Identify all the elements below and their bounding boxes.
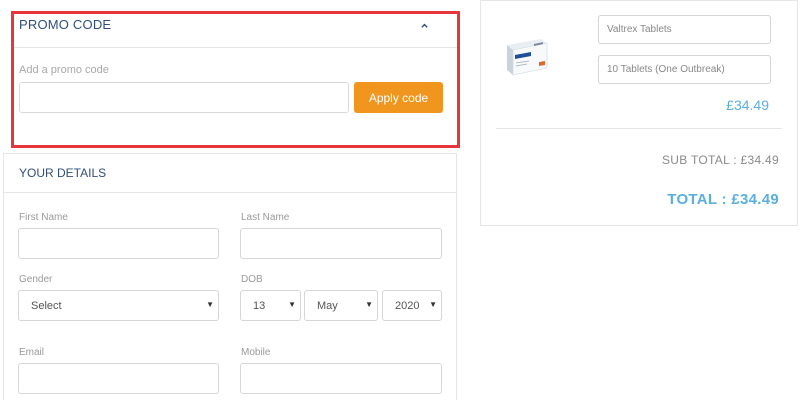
- promo-code-panel: PROMO CODE Add a promo code Apply code: [11, 11, 460, 148]
- order-summary-panel: Valtrex Tablets 10 Tablets (One Outbreak…: [480, 0, 798, 226]
- dob-month-select[interactable]: May ▼: [304, 290, 378, 321]
- caret-down-icon: ▼: [365, 300, 373, 309]
- email-label: Email: [19, 347, 45, 358]
- medicine-box-image: [507, 39, 548, 76]
- sub-total: SUB TOTAL : £34.49: [661, 153, 779, 167]
- chevron-up-icon[interactable]: [420, 21, 429, 30]
- promo-code-input[interactable]: [19, 82, 349, 113]
- product-price: £34.49: [726, 97, 769, 113]
- product-name-field: Valtrex Tablets: [598, 15, 771, 44]
- your-details-panel: YOUR DETAILS First Name Last Name Gender…: [3, 153, 457, 400]
- your-details-title: YOUR DETAILS: [19, 166, 107, 180]
- dob-year-select[interactable]: 2020 ▼: [382, 290, 442, 321]
- gender-select-value: Select: [31, 300, 62, 312]
- first-name-label: First Name: [19, 212, 68, 223]
- product-name: Valtrex Tablets: [607, 24, 672, 35]
- apply-code-button[interactable]: Apply code: [354, 82, 443, 113]
- promo-code-title: PROMO CODE: [19, 17, 112, 32]
- first-name-field[interactable]: [18, 228, 219, 259]
- promo-code-label: Add a promo code: [19, 64, 109, 76]
- cart-divider: [496, 128, 782, 129]
- dob-month-value: May: [317, 300, 338, 312]
- order-total: TOTAL : £34.49: [667, 191, 779, 208]
- caret-down-icon: ▼: [288, 300, 296, 309]
- dob-year-value: 2020: [395, 300, 420, 312]
- last-name-field[interactable]: [240, 228, 442, 259]
- dob-day-value: 13: [253, 300, 266, 312]
- gender-label: Gender: [19, 274, 53, 285]
- product-option: 10 Tablets (One Outbreak): [607, 64, 725, 75]
- caret-down-icon: ▼: [429, 300, 437, 309]
- dob-label: DOB: [241, 274, 263, 285]
- last-name-label: Last Name: [241, 212, 290, 223]
- dob-day-select[interactable]: 13 ▼: [240, 290, 301, 321]
- your-details-header: YOUR DETAILS: [4, 154, 456, 193]
- promo-code-header[interactable]: PROMO CODE: [14, 14, 457, 48]
- mobile-field[interactable]: [240, 363, 442, 394]
- product-option-field: 10 Tablets (One Outbreak): [598, 55, 771, 84]
- gender-select[interactable]: Select ▼: [18, 290, 219, 321]
- caret-down-icon: ▼: [206, 300, 214, 309]
- email-field[interactable]: [18, 363, 219, 394]
- mobile-label: Mobile: [241, 347, 271, 358]
